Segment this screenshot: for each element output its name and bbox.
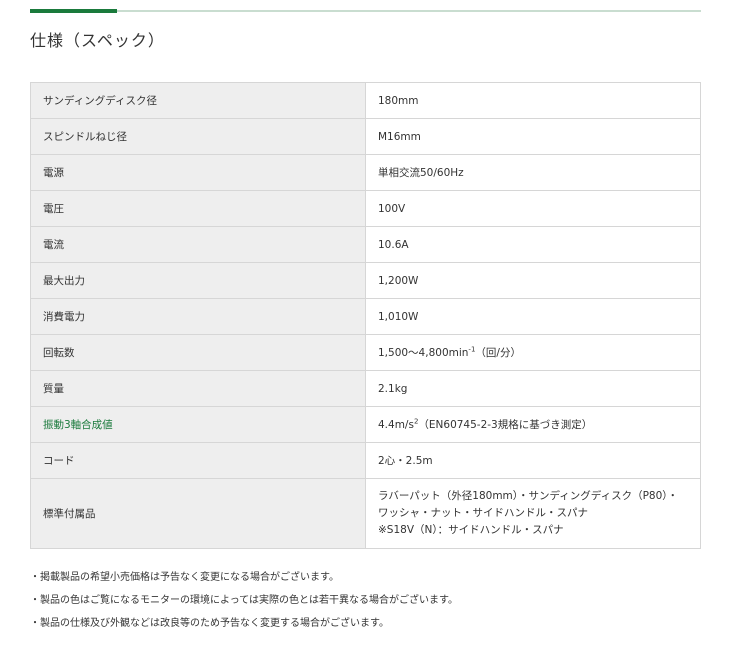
note-item: ・掲載製品の希望小売価格は予告なく変更になる場合がございます。 — [30, 572, 339, 583]
spec-value: 1,200W — [365, 262, 701, 299]
spec-value: 10.6A — [365, 226, 701, 263]
vibration-value: 4.4m/s — [378, 419, 414, 431]
spec-value: 100V — [365, 190, 701, 227]
table-row: 標準付属品 ラバーパット（外径180mm）・サンディングディスク（P80）・ ワ… — [30, 478, 701, 549]
spec-label: 電流 — [30, 226, 366, 263]
table-row: 電流 10.6A — [30, 226, 701, 263]
spec-value: 180mm — [365, 82, 701, 119]
vibration-note: （EN60745-2-3規格に基づき測定） — [418, 419, 593, 431]
spec-value: 単相交流50/60Hz — [365, 154, 701, 191]
spec-table: サンディングディスク径 180mm スピンドルねじ径 M16mm 電源 単相交流… — [30, 82, 701, 549]
divider-accent — [30, 9, 117, 13]
spec-label-link[interactable]: 振動3軸合成値 — [30, 406, 366, 443]
spec-label: 質量 — [30, 370, 366, 407]
page-title: 仕様（スペック） — [30, 31, 165, 50]
spec-value: 1,010W — [365, 298, 701, 335]
spec-label: 電圧 — [30, 190, 366, 227]
spec-label: コード — [30, 442, 366, 479]
spec-label: サンディングディスク径 — [30, 82, 366, 119]
spec-value: 1,500～4,800min-1（回/分） — [365, 334, 701, 371]
accessory-line: ※S18V（N）：サイドハンドル・スパナ — [378, 524, 564, 536]
spec-label: 回転数 — [30, 334, 366, 371]
spec-value: 2心・2.5m — [365, 442, 701, 479]
rotation-speed: 1,500～4,800min — [378, 347, 469, 359]
table-row: スピンドルねじ径 M16mm — [30, 118, 701, 155]
table-row: 電圧 100V — [30, 190, 701, 227]
spec-label: 最大出力 — [30, 262, 366, 299]
table-row: サンディングディスク径 180mm — [30, 82, 701, 119]
spec-value: 4.4m/s2（EN60745-2-3規格に基づき測定） — [365, 406, 701, 443]
note-item: ・製品の仕様及び外観などは改良等のため予告なく変更する場合がございます。 — [30, 618, 389, 629]
spec-label: 電源 — [30, 154, 366, 191]
spec-value: 2.1kg — [365, 370, 701, 407]
table-row: 最大出力 1,200W — [30, 262, 701, 299]
spec-label: 標準付属品 — [30, 478, 366, 549]
note-item: ・製品の色はご覧になるモニターの環境によっては実際の色とは若干異なる場合がござい… — [30, 595, 458, 606]
accessory-line: ワッシャ・ナット・サイドハンドル・スパナ — [378, 507, 588, 519]
spec-label: 消費電力 — [30, 298, 366, 335]
accessory-line: ラバーパット（外径180mm）・サンディングディスク（P80）・ — [378, 490, 679, 502]
table-row: 質量 2.1kg — [30, 370, 701, 407]
section-divider — [30, 9, 701, 13]
table-row: 電源 単相交流50/60Hz — [30, 154, 701, 191]
spec-label: スピンドルねじ径 — [30, 118, 366, 155]
table-row: コード 2心・2.5m — [30, 442, 701, 479]
spec-value: ラバーパット（外径180mm）・サンディングディスク（P80）・ ワッシャ・ナッ… — [365, 478, 701, 549]
notes-list: ・掲載製品の希望小売価格は予告なく変更になる場合がございます。 ・製品の色はご覧… — [30, 570, 458, 639]
table-row: 振動3軸合成値 4.4m/s2（EN60745-2-3規格に基づき測定） — [30, 406, 701, 443]
rotation-unit-note: （回/分） — [475, 347, 521, 359]
spec-value: M16mm — [365, 118, 701, 155]
table-row: 回転数 1,500～4,800min-1（回/分） — [30, 334, 701, 371]
table-row: 消費電力 1,010W — [30, 298, 701, 335]
